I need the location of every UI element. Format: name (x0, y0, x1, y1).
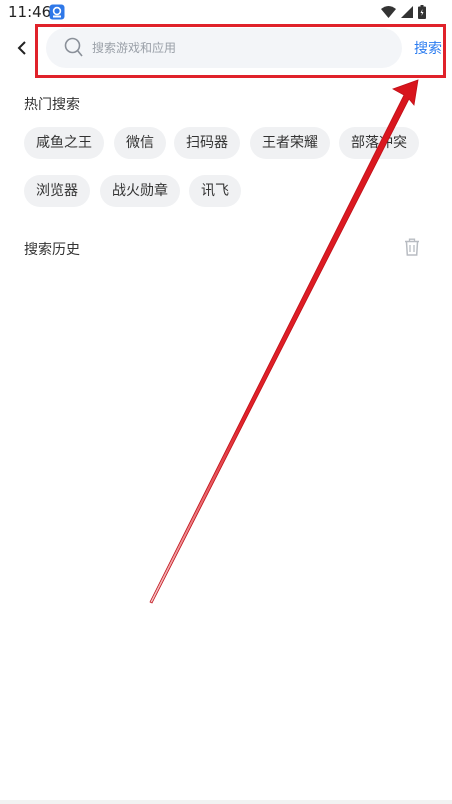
hot-search-chip[interactable]: 扫码器 (174, 127, 240, 159)
hot-search-chip[interactable]: 部落冲突 (339, 127, 419, 159)
status-time: 11:46 (8, 3, 52, 21)
status-bar: 11:46 (0, 0, 452, 26)
hot-search-chip[interactable]: 王者荣耀 (250, 127, 330, 159)
hot-search-title: 热门搜索 (24, 97, 80, 113)
annotation-arrow (149, 79, 419, 604)
trash-icon[interactable] (404, 238, 420, 256)
hot-search-chip[interactable]: 战火勋章 (100, 175, 180, 207)
hot-search-chip[interactable]: 讯飞 (189, 175, 241, 207)
search-screen: 11:46 搜索游戏和应用 搜索 热门搜索 咸鱼之王 微信 扫码器 王者荣耀 部… (0, 0, 452, 804)
bottom-bar (0, 800, 452, 804)
signal-icon (401, 6, 413, 18)
hot-search-chip[interactable]: 咸鱼之王 (24, 127, 104, 159)
search-history-title: 搜索历史 (24, 242, 80, 258)
chevron-left-icon (17, 41, 26, 55)
battery-icon (418, 5, 426, 19)
notification-app-icon (49, 4, 65, 20)
system-icons (381, 5, 426, 19)
hot-search-chip[interactable]: 浏览器 (24, 175, 90, 207)
highlight-box (35, 24, 446, 78)
wifi-icon (381, 6, 396, 18)
back-button[interactable] (10, 36, 34, 60)
hot-search-chip[interactable]: 微信 (114, 127, 166, 159)
